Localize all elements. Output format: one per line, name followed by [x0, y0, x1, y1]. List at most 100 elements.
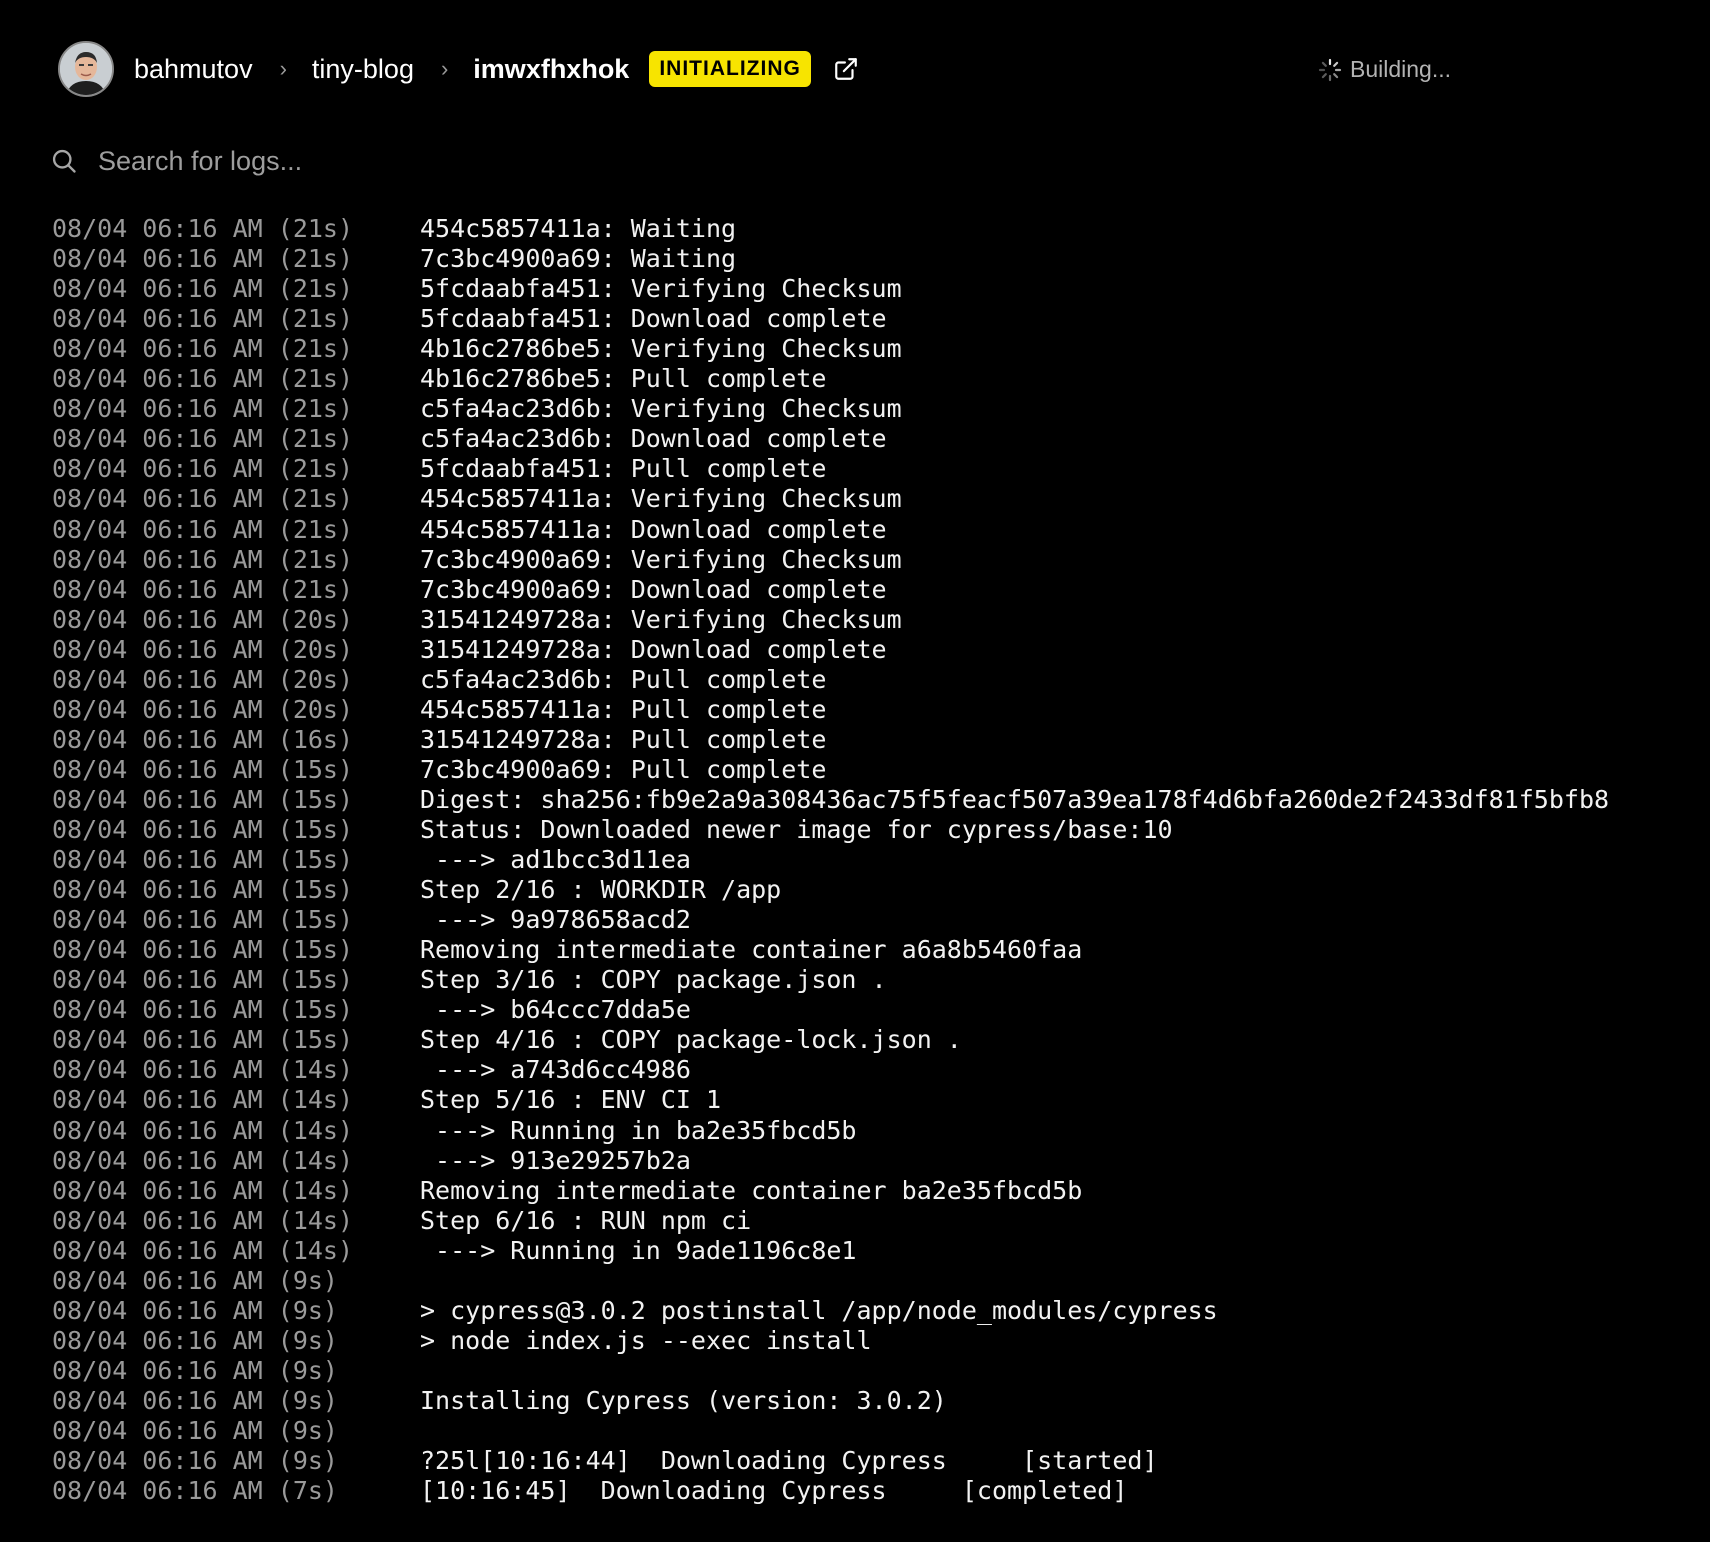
breadcrumb-project[interactable]: tiny-blog [312, 54, 414, 85]
log-row: 08/04 06:16 AM (21s) 7c3bc4900a69: Waitin… [0, 244, 1710, 274]
log-timestamp: 08/04 06:16 AM (16s) [52, 724, 354, 754]
log-row: 08/04 06:16 AM (21s) 4b16c2786be5: Verify… [0, 334, 1710, 364]
chevron-right-icon: › [440, 56, 449, 81]
build-status-text: Building... [1350, 56, 1452, 82]
log-row: 08/04 06:16 AM (21s) 454c5857411a: Waitin… [0, 214, 1710, 244]
log-timestamp: 08/04 06:16 AM (14s) [52, 1085, 354, 1115]
log-row: 08/04 06:16 AM (9s) ?25l[10:16:44] Downlo… [0, 1446, 1710, 1476]
build-status: Building... [1318, 56, 1451, 83]
search-input[interactable] [96, 144, 1500, 178]
log-row: 08/04 06:16 AM (21s) 7c3bc4900a69: Downlo… [0, 575, 1710, 605]
log-row: 08/04 06:16 AM (15s) ---> b64ccc7dda5e [0, 995, 1710, 1025]
log-message: Digest: sha256:fb9e2a9a308436ac75f5feacf… [420, 784, 1610, 814]
external-link-icon[interactable] [831, 54, 861, 84]
log-timestamp: 08/04 06:16 AM (7s) [52, 1476, 338, 1506]
log-message: 454c5857411a: Pull complete [420, 694, 827, 724]
log-row: 08/04 06:16 AM (21s) 5fcdaabfa451: Downlo… [0, 304, 1710, 334]
log-message: ?25l[10:16:44] Downloading Cypress [star… [420, 1446, 1158, 1476]
log-timestamp: 08/04 06:16 AM (15s) [52, 845, 354, 875]
log-timestamp: 08/04 06:16 AM (21s) [52, 574, 354, 604]
log-row: 08/04 06:16 AM (20s) 454c5857411a: Pull c… [0, 695, 1710, 725]
log-timestamp: 08/04 06:16 AM (21s) [52, 394, 354, 424]
log-message: ---> 913e29257b2a [420, 1145, 691, 1175]
log-message: 7c3bc4900a69: Pull complete [420, 754, 827, 784]
log-row: 08/04 06:16 AM (21s) 4b16c2786be5: Pull c… [0, 364, 1710, 394]
log-timestamp: 08/04 06:16 AM (9s) [52, 1355, 338, 1385]
log-message: > cypress@3.0.2 postinstall /app/node_mo… [420, 1295, 1218, 1325]
log-message: 5fcdaabfa451: Pull complete [420, 454, 827, 484]
log-message: 7c3bc4900a69: Download complete [420, 574, 887, 604]
log-message: ---> a743d6cc4986 [420, 1055, 691, 1085]
log-timestamp: 08/04 06:16 AM (21s) [52, 424, 354, 454]
log-row: 08/04 06:16 AM (9s) [0, 1416, 1710, 1446]
log-row: 08/04 06:16 AM (15s) Step 2/16 : WORKDIR … [0, 875, 1710, 905]
log-row: 08/04 06:16 AM (9s) [0, 1356, 1710, 1386]
log-message: 4b16c2786be5: Verifying Checksum [420, 334, 902, 364]
log-message: Step 6/16 : RUN npm ci [420, 1205, 752, 1235]
log-message: c5fa4ac23d6b: Verifying Checksum [420, 394, 902, 424]
log-row: 08/04 06:16 AM (9s) Installing Cypress (v… [0, 1386, 1710, 1416]
log-timestamp: 08/04 06:16 AM (14s) [52, 1145, 354, 1175]
log-timestamp: 08/04 06:16 AM (21s) [52, 514, 354, 544]
status-badge: INITIALIZING [649, 51, 811, 87]
log-message: 454c5857411a: Waiting [420, 214, 737, 243]
spinner-icon [1318, 58, 1342, 82]
log-message: Removing intermediate container a6a8b546… [420, 935, 1083, 965]
log-row: 08/04 06:16 AM (15s) ---> ad1bcc3d11ea [0, 845, 1710, 875]
log-row: 08/04 06:16 AM (9s) > node index.js --exe… [0, 1326, 1710, 1356]
log-timestamp: 08/04 06:16 AM (21s) [52, 364, 354, 394]
log-message: Step 5/16 : ENV CI 1 [420, 1085, 722, 1115]
log-row: 08/04 06:16 AM (21s) 454c5857411a: Verify… [0, 484, 1710, 514]
log-row: 08/04 06:16 AM (14s) Step 6/16 : RUN npm … [0, 1206, 1710, 1236]
log-timestamp: 08/04 06:16 AM (21s) [52, 484, 354, 514]
log-row: 08/04 06:16 AM (14s) ---> Running in ba2… [0, 1116, 1710, 1146]
log-timestamp: 08/04 06:16 AM (21s) [52, 244, 354, 274]
log-message: 4b16c2786be5: Pull complete [420, 364, 827, 394]
log-message: 454c5857411a: Verifying Checksum [420, 484, 902, 514]
log-row: 08/04 06:16 AM (21s) 5fcdaabfa451: Verify… [0, 274, 1710, 304]
log-message: Status: Downloaded newer image for cypre… [420, 815, 1173, 844]
log-row: 08/04 06:16 AM (7s) [10:16:45] Downloadin… [0, 1476, 1710, 1506]
log-row: 08/04 06:16 AM (15s) 7c3bc4900a69: Pull c… [0, 755, 1710, 785]
log-timestamp: 08/04 06:16 AM (9s) [52, 1265, 338, 1295]
log-row: 08/04 06:16 AM (20s) 31541249728a: Verify… [0, 605, 1710, 635]
log-timestamp: 08/04 06:16 AM (15s) [52, 784, 354, 814]
log-row: 08/04 06:16 AM (15s) Removing intermediat… [0, 935, 1710, 965]
log-timestamp: 08/04 06:16 AM (14s) [52, 1235, 354, 1265]
log-timestamp: 08/04 06:16 AM (14s) [52, 1115, 354, 1145]
log-row: 08/04 06:16 AM (21s) c5fa4ac23d6b: Verify… [0, 394, 1710, 424]
log-row: 08/04 06:16 AM (9s) [0, 1266, 1710, 1296]
log-timestamp: 08/04 06:16 AM (15s) [52, 995, 354, 1025]
avatar[interactable] [58, 41, 114, 97]
log-row: 08/04 06:16 AM (9s) > cypress@3.0.2 posti… [0, 1296, 1710, 1326]
log-output[interactable]: 08/04 06:16 AM (21s) 454c5857411a: Waitin… [0, 214, 1710, 1542]
log-message: > node index.js --exec install [420, 1325, 872, 1355]
header: bahmutov › tiny-blog › imwxfhxhok INITIA… [58, 38, 861, 100]
log-timestamp: 08/04 06:16 AM (15s) [52, 965, 354, 995]
log-message: Step 2/16 : WORKDIR /app [420, 875, 782, 905]
log-timestamp: 08/04 06:16 AM (20s) [52, 634, 354, 664]
log-timestamp: 08/04 06:16 AM (9s) [52, 1385, 338, 1415]
log-timestamp: 08/04 06:16 AM (14s) [52, 1055, 354, 1085]
log-message: 7c3bc4900a69: Verifying Checksum [420, 544, 902, 574]
log-message: ---> Running in 9ade1196c8e1 [420, 1235, 857, 1265]
log-row: 08/04 06:16 AM (20s) 31541249728a: Downlo… [0, 635, 1710, 665]
log-row: 08/04 06:16 AM (14s) ---> Running in 9ad… [0, 1236, 1710, 1266]
log-message: ---> ad1bcc3d11ea [420, 845, 691, 875]
log-row: 08/04 06:16 AM (15s) Status: Downloaded n… [0, 815, 1710, 845]
breadcrumb-user[interactable]: bahmutov [134, 54, 253, 85]
breadcrumb-deployment[interactable]: imwxfhxhok [473, 54, 629, 85]
log-timestamp: 08/04 06:16 AM (15s) [52, 875, 354, 905]
log-timestamp: 08/04 06:16 AM (20s) [52, 604, 354, 634]
log-timestamp: 08/04 06:16 AM (14s) [52, 1175, 354, 1205]
log-row: 08/04 06:16 AM (15s) Digest: sha256:fb9e2… [0, 785, 1710, 815]
log-timestamp: 08/04 06:16 AM (21s) [52, 214, 354, 243]
log-timestamp: 08/04 06:16 AM (21s) [52, 304, 354, 334]
log-message: 31541249728a: Download complete [420, 634, 887, 664]
log-timestamp: 08/04 06:16 AM (15s) [52, 905, 354, 935]
log-row: 08/04 06:16 AM (21s) 454c5857411a: Downlo… [0, 515, 1710, 545]
log-message: ---> Running in ba2e35fbcd5b [420, 1115, 857, 1145]
log-message: [10:16:45] Downloading Cypress [complete… [420, 1476, 1128, 1506]
log-timestamp: 08/04 06:16 AM (15s) [52, 815, 354, 844]
log-timestamp: 08/04 06:16 AM (20s) [52, 694, 354, 724]
